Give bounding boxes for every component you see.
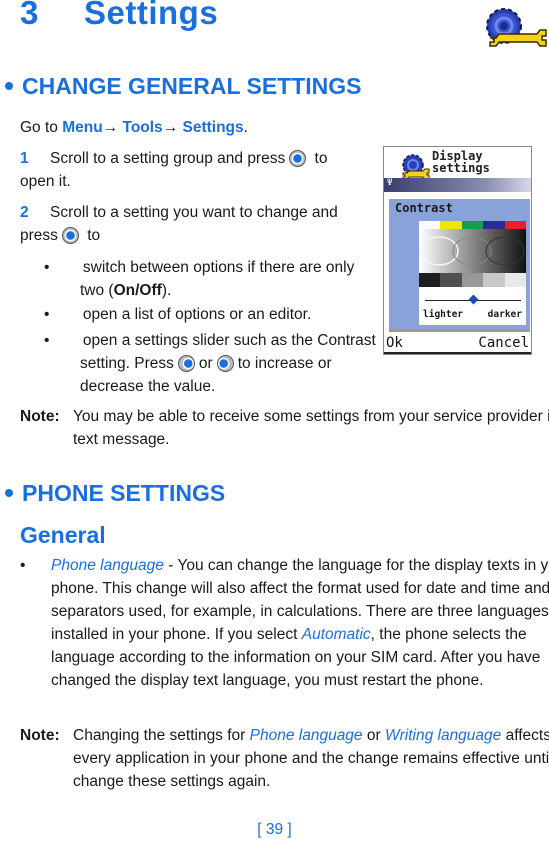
term-writing-language: Writing language — [384, 727, 502, 744]
contrast-title: Contrast — [395, 201, 453, 215]
term-phone-language: Phone language — [51, 557, 164, 574]
gray-step — [504, 273, 527, 287]
phone-screen-title: Display settings — [432, 150, 490, 174]
contrast-test-pattern: lighter darker — [419, 221, 527, 325]
step-1: 1 Scroll to a setting group and press to … — [20, 147, 360, 193]
section-heading-change-general-settings: CHANGE GENERAL SETTINGS — [0, 73, 362, 100]
softkey-cancel[interactable]: Cancel — [478, 335, 529, 351]
gray-step — [419, 273, 441, 287]
bullet-item: • open a list of options or an editor. — [44, 303, 380, 326]
note-label: Note: — [20, 408, 60, 425]
gray-step — [483, 273, 505, 287]
color-swatch — [483, 221, 505, 229]
step-text-after: to — [87, 227, 101, 244]
subheading-general: General — [20, 522, 106, 548]
title-line-2: settings — [432, 161, 490, 175]
heading-bullet — [5, 488, 13, 497]
signal-antenna-icon: Ψ — [387, 178, 393, 188]
note-label: Note: — [20, 727, 60, 744]
color-swatch — [504, 221, 527, 229]
path-arrow: → — [102, 119, 119, 136]
phone-language-item: • Phone language - You can change the lan… — [20, 554, 549, 692]
bullet-text-after: ). — [161, 282, 172, 299]
settings-gear-wrench-icon — [478, 4, 548, 56]
navi-scroll-right-icon — [216, 355, 234, 372]
step-2: 2 Scroll to a setting you want to change … — [20, 201, 340, 247]
bullet-dot: • — [44, 306, 50, 323]
term-automatic: Automatic — [301, 626, 371, 643]
gray-gradient — [419, 229, 526, 273]
intro-prefix: Go to — [20, 119, 63, 136]
slider-label-darker: darker — [487, 309, 522, 320]
step-text: Scroll to a setting group and press — [50, 150, 286, 167]
bullet-dot: • — [20, 557, 26, 574]
term-phone-language: Phone language — [249, 727, 363, 744]
bullet-item: • open a settings slider such as the Con… — [44, 329, 380, 398]
color-swatch — [419, 221, 441, 229]
section-heading-text: PHONE SETTINGS — [22, 480, 226, 506]
bullet-item: • switch between options if there are on… — [44, 256, 380, 302]
menu-path-tools: Tools — [122, 119, 163, 136]
gray-steps — [419, 273, 527, 287]
phone-bottom-border — [384, 352, 531, 354]
softkey-ok[interactable]: Ok — [386, 335, 403, 351]
section-heading-text: CHANGE GENERAL SETTINGS — [22, 73, 362, 99]
note-language-settings: Note: Changing the settings for Phone lan… — [20, 724, 549, 793]
color-swatch — [461, 221, 484, 229]
gray-step — [440, 273, 462, 287]
bullet-dot: • — [44, 332, 50, 349]
contrast-slider-knob[interactable] — [468, 294, 478, 305]
section-heading-phone-settings: PHONE SETTINGS — [0, 480, 225, 507]
settings-app-icon — [400, 153, 430, 181]
bullet-or: or — [198, 355, 213, 372]
phone-status-bar — [384, 178, 531, 192]
page-number: [ 39 ] — [257, 821, 292, 838]
menu-path-instruction: Go to Menu→ Tools→ Settings. — [20, 116, 248, 139]
bullet-text: open a list of options or an editor. — [82, 306, 312, 323]
intro-suffix: . — [243, 119, 248, 136]
color-swatches — [419, 221, 527, 229]
note-text: You may be able to receive some settings… — [73, 408, 549, 448]
navi-scroll-key-icon — [289, 150, 307, 167]
slider-label-lighter: lighter — [423, 309, 464, 320]
navi-scroll-key-icon — [61, 227, 79, 244]
chapter-title-text: Settings — [84, 0, 219, 31]
chapter-number: 3 — [20, 0, 39, 31]
menu-path-menu: Menu — [62, 119, 103, 136]
chapter-title: 3 Settings — [20, 0, 218, 32]
phone-display-settings-screenshot: Display settings Ψ Contrast lighter darke… — [383, 146, 532, 355]
step-number: 2 — [20, 204, 29, 221]
menu-path-settings: Settings — [182, 119, 244, 136]
bullet-dot: • — [44, 259, 50, 276]
bullet-bold-text: On/Off — [113, 282, 162, 299]
heading-bullet — [5, 81, 13, 90]
step-number: 1 — [20, 150, 29, 167]
gray-step — [461, 273, 484, 287]
navi-scroll-left-icon — [177, 355, 195, 372]
color-swatch — [440, 221, 462, 229]
path-arrow: → — [162, 119, 179, 136]
note-receive-settings: Note: You may be able to receive some set… — [20, 405, 549, 451]
contrast-dialog: Contrast lighter darker — [389, 199, 530, 332]
note-text: Changing the settings for — [73, 727, 250, 744]
note-or: or — [362, 727, 385, 744]
